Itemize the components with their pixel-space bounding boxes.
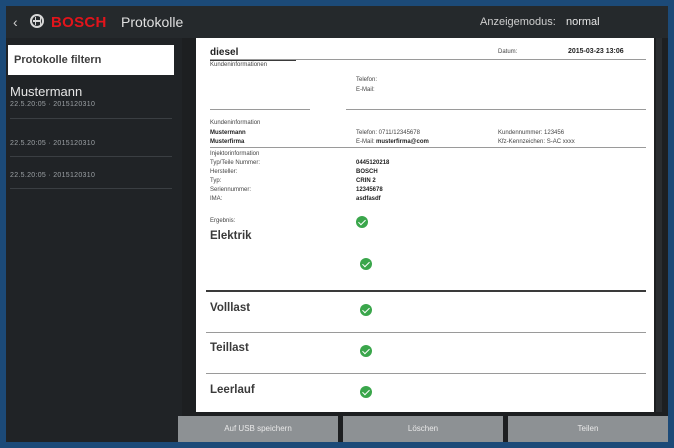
date-value: 2015-03-23 13:06 (568, 48, 624, 55)
customer-header: Kundeninformation (210, 120, 261, 126)
serial-number-value: 12345678 (356, 187, 383, 193)
page-title: Protokolle (121, 14, 184, 30)
protocol-item-date: 22.5.20:05 · 2015120310 (10, 172, 96, 179)
customer-name: Mustermann (210, 130, 246, 136)
manufacturer-value: BOSCH (356, 169, 378, 175)
date-label: Datum: (498, 49, 518, 55)
type-label: Typ: (210, 178, 222, 184)
part-number-label: Typ/Teile Nummer: (210, 160, 261, 166)
bosch-logo-icon (30, 14, 44, 28)
protocol-detail: diesel Datum: 2015-03-23 13:06 Kundeninf… (196, 38, 654, 412)
ima-label: IMA: (210, 196, 223, 202)
customer-email-value: musterfirma@com (376, 139, 429, 145)
result-label: Ergebnis: (210, 218, 236, 224)
divider (210, 109, 310, 110)
serial-number-label: Seriennummer: (210, 187, 252, 193)
section-teillast: Teillast (210, 342, 249, 354)
phone-label: Telefon: (356, 77, 378, 83)
protocol-list-item[interactable]: Mustermann 22.5.20:05 · 2015120310 (10, 84, 176, 108)
protocol-list-item[interactable]: 22.5.20:05 · 2015120310 (10, 138, 176, 147)
protocol-list-item[interactable]: 22.5.20:05 · 2015120310 (10, 170, 176, 179)
scrollbar[interactable] (656, 38, 662, 412)
teillast-check-icon (360, 345, 372, 357)
filter-protocols-button[interactable]: Protokolle filtern (8, 45, 174, 75)
display-mode-value[interactable]: normal (566, 16, 600, 28)
protocol-item-name: Mustermann (10, 84, 83, 99)
volllast-check-icon (360, 304, 372, 316)
protocol-title: diesel (210, 47, 239, 58)
list-divider (10, 156, 172, 157)
protocol-item-date: 22.5.20:05 · 2015120310 (10, 101, 96, 108)
device-screen: ‹ BOSCH Protokolle Anzeigemodus: normal … (6, 6, 668, 442)
customer-email-label: E-Mail: (356, 139, 375, 145)
section-divider (206, 373, 646, 374)
manufacturer-label: Hersteller: (210, 169, 238, 175)
section-divider (206, 332, 646, 333)
protocol-item-date: 22.5.20:05 · 2015120310 (10, 140, 96, 147)
customer-company: Musterfirma (210, 139, 245, 145)
elektrik-check-icon (360, 258, 372, 270)
delete-button[interactable]: Löschen (343, 416, 503, 442)
top-bar: ‹ BOSCH Protokolle Anzeigemodus: normal (6, 6, 668, 38)
part-number-value: 0445120218 (356, 160, 390, 166)
section-divider (206, 290, 646, 292)
license-plate: Kfz-Kennzeichen: S-AC xxxx (498, 139, 575, 145)
brand-logo-text: BOSCH (51, 14, 107, 31)
customer-phone: Telefon: 0711/12345678 (356, 130, 420, 136)
section-leerlauf: Leerlauf (210, 384, 255, 396)
customer-info-header: Kundeninformationen (210, 62, 268, 68)
bottom-action-bar: Auf USB speichern Löschen Teilen (178, 416, 668, 442)
leerlauf-check-icon (360, 386, 372, 398)
section-volllast: Volllast (210, 302, 251, 314)
back-icon[interactable]: ‹ (13, 14, 18, 30)
injector-header: Injektorinformation (210, 151, 260, 157)
type-value: CRIN 2 (356, 178, 376, 184)
list-divider (10, 118, 172, 119)
share-button[interactable]: Teilen (508, 416, 668, 442)
divider (210, 59, 646, 60)
email-label: E-Mail: (356, 87, 375, 93)
divider (346, 109, 646, 110)
divider (210, 147, 646, 148)
display-mode-label: Anzeigemodus: (480, 16, 556, 28)
customer-number: Kundennummer: 123456 (498, 130, 565, 136)
ima-value: asdfasdf (356, 196, 381, 202)
save-to-usb-button[interactable]: Auf USB speichern (178, 416, 338, 442)
result-check-icon (356, 216, 368, 228)
list-divider (10, 188, 172, 189)
section-elektrik: Elektrik (210, 230, 252, 242)
protocol-list-sidebar: Protokolle filtern Mustermann 22.5.20:05… (6, 38, 182, 442)
